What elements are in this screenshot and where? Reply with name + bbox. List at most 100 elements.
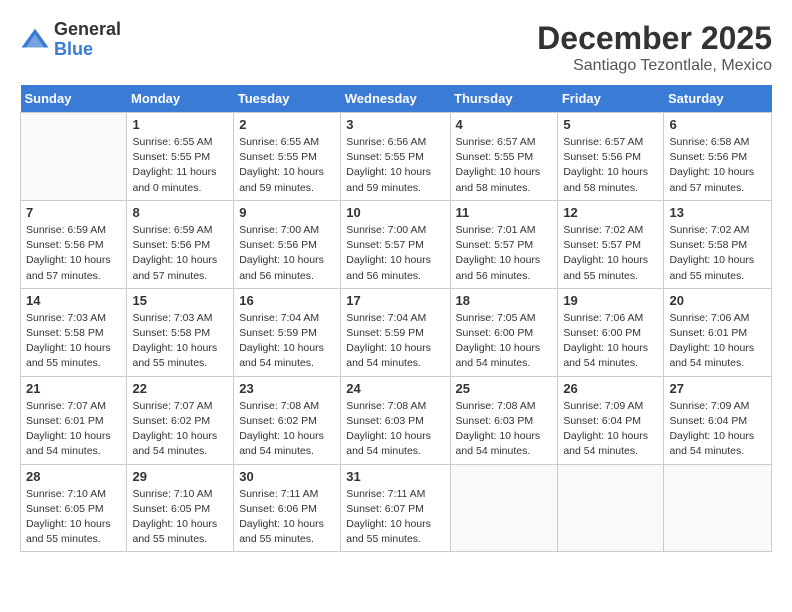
day-cell: 9Sunrise: 7:00 AMSunset: 5:56 PMDaylight… xyxy=(234,200,341,288)
logo-blue: Blue xyxy=(54,40,121,60)
week-row-2: 7 Sunrise: 6:59 AMSunset: 5:56 PMDaylight… xyxy=(21,200,772,288)
header-tuesday: Tuesday xyxy=(234,85,341,113)
day-cell: 11 Sunrise: 7:01 AMSunset: 5:57 PMDayligh… xyxy=(450,200,558,288)
day-number: 30 xyxy=(239,469,335,484)
day-number: 25 xyxy=(456,381,553,396)
header-thursday: Thursday xyxy=(450,85,558,113)
day-cell: 13 Sunrise: 7:02 AMSunset: 5:58 PMDayligh… xyxy=(664,200,772,288)
header-row: SundayMondayTuesdayWednesdayThursdayFrid… xyxy=(21,85,772,113)
day-number: 12 xyxy=(563,205,658,220)
calendar-table: SundayMondayTuesdayWednesdayThursdayFrid… xyxy=(20,85,772,552)
day-info: Sunrise: 6:55 AMSunset: 5:55 PMDaylight:… xyxy=(239,135,335,196)
page-header: General Blue December 2025 Santiago Tezo… xyxy=(20,20,772,75)
day-cell: 8Sunrise: 6:59 AMSunset: 5:56 PMDaylight… xyxy=(127,200,234,288)
logo: General Blue xyxy=(20,20,121,60)
day-cell: 10Sunrise: 7:00 AMSunset: 5:57 PMDayligh… xyxy=(341,200,450,288)
day-number: 10 xyxy=(346,205,444,220)
day-cell: 2 Sunrise: 6:55 AMSunset: 5:55 PMDaylight… xyxy=(234,113,341,201)
day-number: 23 xyxy=(239,381,335,396)
day-cell: 4 Sunrise: 6:57 AMSunset: 5:55 PMDaylight… xyxy=(450,113,558,201)
day-info: Sunrise: 7:03 AMSunset: 5:58 PMDaylight:… xyxy=(26,311,121,372)
day-number: 15 xyxy=(132,293,228,308)
day-info: Sunrise: 7:01 AMSunset: 5:57 PMDaylight:… xyxy=(456,223,553,284)
title-block: December 2025 Santiago Tezontlale, Mexic… xyxy=(537,20,772,75)
day-number: 1 xyxy=(132,117,228,132)
day-cell: 26 Sunrise: 7:09 AMSunset: 6:04 PMDayligh… xyxy=(558,376,664,464)
day-cell: 17 Sunrise: 7:04 AMSunset: 5:59 PMDayligh… xyxy=(341,288,450,376)
day-cell: 25 Sunrise: 7:08 AMSunset: 6:03 PMDayligh… xyxy=(450,376,558,464)
day-cell xyxy=(450,464,558,552)
day-number: 4 xyxy=(456,117,553,132)
day-cell: 15 Sunrise: 7:03 AMSunset: 5:58 PMDayligh… xyxy=(127,288,234,376)
day-number: 31 xyxy=(346,469,444,484)
day-info: Sunrise: 7:03 AMSunset: 5:58 PMDaylight:… xyxy=(132,311,228,372)
day-info: Sunrise: 7:10 AMSunset: 6:05 PMDaylight:… xyxy=(132,487,228,548)
location: Santiago Tezontlale, Mexico xyxy=(537,57,772,75)
day-info: Sunrise: 7:08 AMSunset: 6:03 PMDaylight:… xyxy=(456,399,553,460)
header-sunday: Sunday xyxy=(21,85,127,113)
day-cell: 23Sunrise: 7:08 AMSunset: 6:02 PMDayligh… xyxy=(234,376,341,464)
day-info: Sunrise: 6:57 AMSunset: 5:55 PMDaylight:… xyxy=(456,135,553,196)
day-cell: 14 Sunrise: 7:03 AMSunset: 5:58 PMDayligh… xyxy=(21,288,127,376)
week-row-5: 28 Sunrise: 7:10 AMSunset: 6:05 PMDayligh… xyxy=(21,464,772,552)
day-cell: 20 Sunrise: 7:06 AMSunset: 6:01 PMDayligh… xyxy=(664,288,772,376)
day-number: 16 xyxy=(239,293,335,308)
day-number: 11 xyxy=(456,205,553,220)
day-number: 17 xyxy=(346,293,444,308)
day-cell: 28 Sunrise: 7:10 AMSunset: 6:05 PMDayligh… xyxy=(21,464,127,552)
header-friday: Friday xyxy=(558,85,664,113)
day-number: 2 xyxy=(239,117,335,132)
day-number: 3 xyxy=(346,117,444,132)
day-cell: 29 Sunrise: 7:10 AMSunset: 6:05 PMDayligh… xyxy=(127,464,234,552)
day-cell xyxy=(21,113,127,201)
day-info: Sunrise: 6:59 AMSunset: 5:56 PMDaylight:… xyxy=(132,223,228,284)
day-cell: 27Sunrise: 7:09 AMSunset: 6:04 PMDayligh… xyxy=(664,376,772,464)
day-cell: 12Sunrise: 7:02 AMSunset: 5:57 PMDayligh… xyxy=(558,200,664,288)
day-info: Sunrise: 7:08 AMSunset: 6:03 PMDaylight:… xyxy=(346,399,444,460)
day-cell: 31 Sunrise: 7:11 AMSunset: 6:07 PMDayligh… xyxy=(341,464,450,552)
day-number: 5 xyxy=(563,117,658,132)
day-number: 20 xyxy=(669,293,766,308)
day-info: Sunrise: 6:58 AMSunset: 5:56 PMDaylight:… xyxy=(669,135,766,196)
day-info: Sunrise: 7:02 AMSunset: 5:58 PMDaylight:… xyxy=(669,223,766,284)
day-info: Sunrise: 6:59 AMSunset: 5:56 PMDaylight:… xyxy=(26,223,121,284)
day-cell: 6 Sunrise: 6:58 AMSunset: 5:56 PMDaylight… xyxy=(664,113,772,201)
day-info: Sunrise: 7:11 AMSunset: 6:06 PMDaylight:… xyxy=(239,487,335,548)
week-row-4: 21 Sunrise: 7:07 AMSunset: 6:01 PMDayligh… xyxy=(21,376,772,464)
day-info: Sunrise: 7:04 AMSunset: 5:59 PMDaylight:… xyxy=(346,311,444,372)
day-number: 28 xyxy=(26,469,121,484)
day-cell xyxy=(664,464,772,552)
day-number: 24 xyxy=(346,381,444,396)
header-saturday: Saturday xyxy=(664,85,772,113)
logo-text: General Blue xyxy=(54,20,121,60)
day-cell: 24 Sunrise: 7:08 AMSunset: 6:03 PMDayligh… xyxy=(341,376,450,464)
day-info: Sunrise: 7:06 AMSunset: 6:01 PMDaylight:… xyxy=(669,311,766,372)
day-number: 26 xyxy=(563,381,658,396)
day-number: 13 xyxy=(669,205,766,220)
day-number: 21 xyxy=(26,381,121,396)
day-info: Sunrise: 7:09 AMSunset: 6:04 PMDaylight:… xyxy=(669,399,766,460)
day-number: 7 xyxy=(26,205,121,220)
day-info: Sunrise: 7:06 AMSunset: 6:00 PMDaylight:… xyxy=(563,311,658,372)
day-info: Sunrise: 6:56 AMSunset: 5:55 PMDaylight:… xyxy=(346,135,444,196)
day-cell: 3 Sunrise: 6:56 AMSunset: 5:55 PMDaylight… xyxy=(341,113,450,201)
day-cell xyxy=(558,464,664,552)
day-info: Sunrise: 7:11 AMSunset: 6:07 PMDaylight:… xyxy=(346,487,444,548)
day-info: Sunrise: 6:55 AMSunset: 5:55 PMDaylight:… xyxy=(132,135,228,196)
day-cell: 19Sunrise: 7:06 AMSunset: 6:00 PMDayligh… xyxy=(558,288,664,376)
day-info: Sunrise: 7:04 AMSunset: 5:59 PMDaylight:… xyxy=(239,311,335,372)
day-info: Sunrise: 7:10 AMSunset: 6:05 PMDaylight:… xyxy=(26,487,121,548)
day-info: Sunrise: 7:07 AMSunset: 6:01 PMDaylight:… xyxy=(26,399,121,460)
day-info: Sunrise: 7:00 AMSunset: 5:56 PMDaylight:… xyxy=(239,223,335,284)
logo-general: General xyxy=(54,20,121,40)
day-number: 14 xyxy=(26,293,121,308)
day-info: Sunrise: 7:05 AMSunset: 6:00 PMDaylight:… xyxy=(456,311,553,372)
day-info: Sunrise: 7:09 AMSunset: 6:04 PMDaylight:… xyxy=(563,399,658,460)
day-number: 18 xyxy=(456,293,553,308)
day-cell: 18 Sunrise: 7:05 AMSunset: 6:00 PMDayligh… xyxy=(450,288,558,376)
day-number: 29 xyxy=(132,469,228,484)
day-number: 6 xyxy=(669,117,766,132)
week-row-1: 1 Sunrise: 6:55 AMSunset: 5:55 PMDaylight… xyxy=(21,113,772,201)
header-monday: Monday xyxy=(127,85,234,113)
month-title: December 2025 xyxy=(537,20,772,57)
